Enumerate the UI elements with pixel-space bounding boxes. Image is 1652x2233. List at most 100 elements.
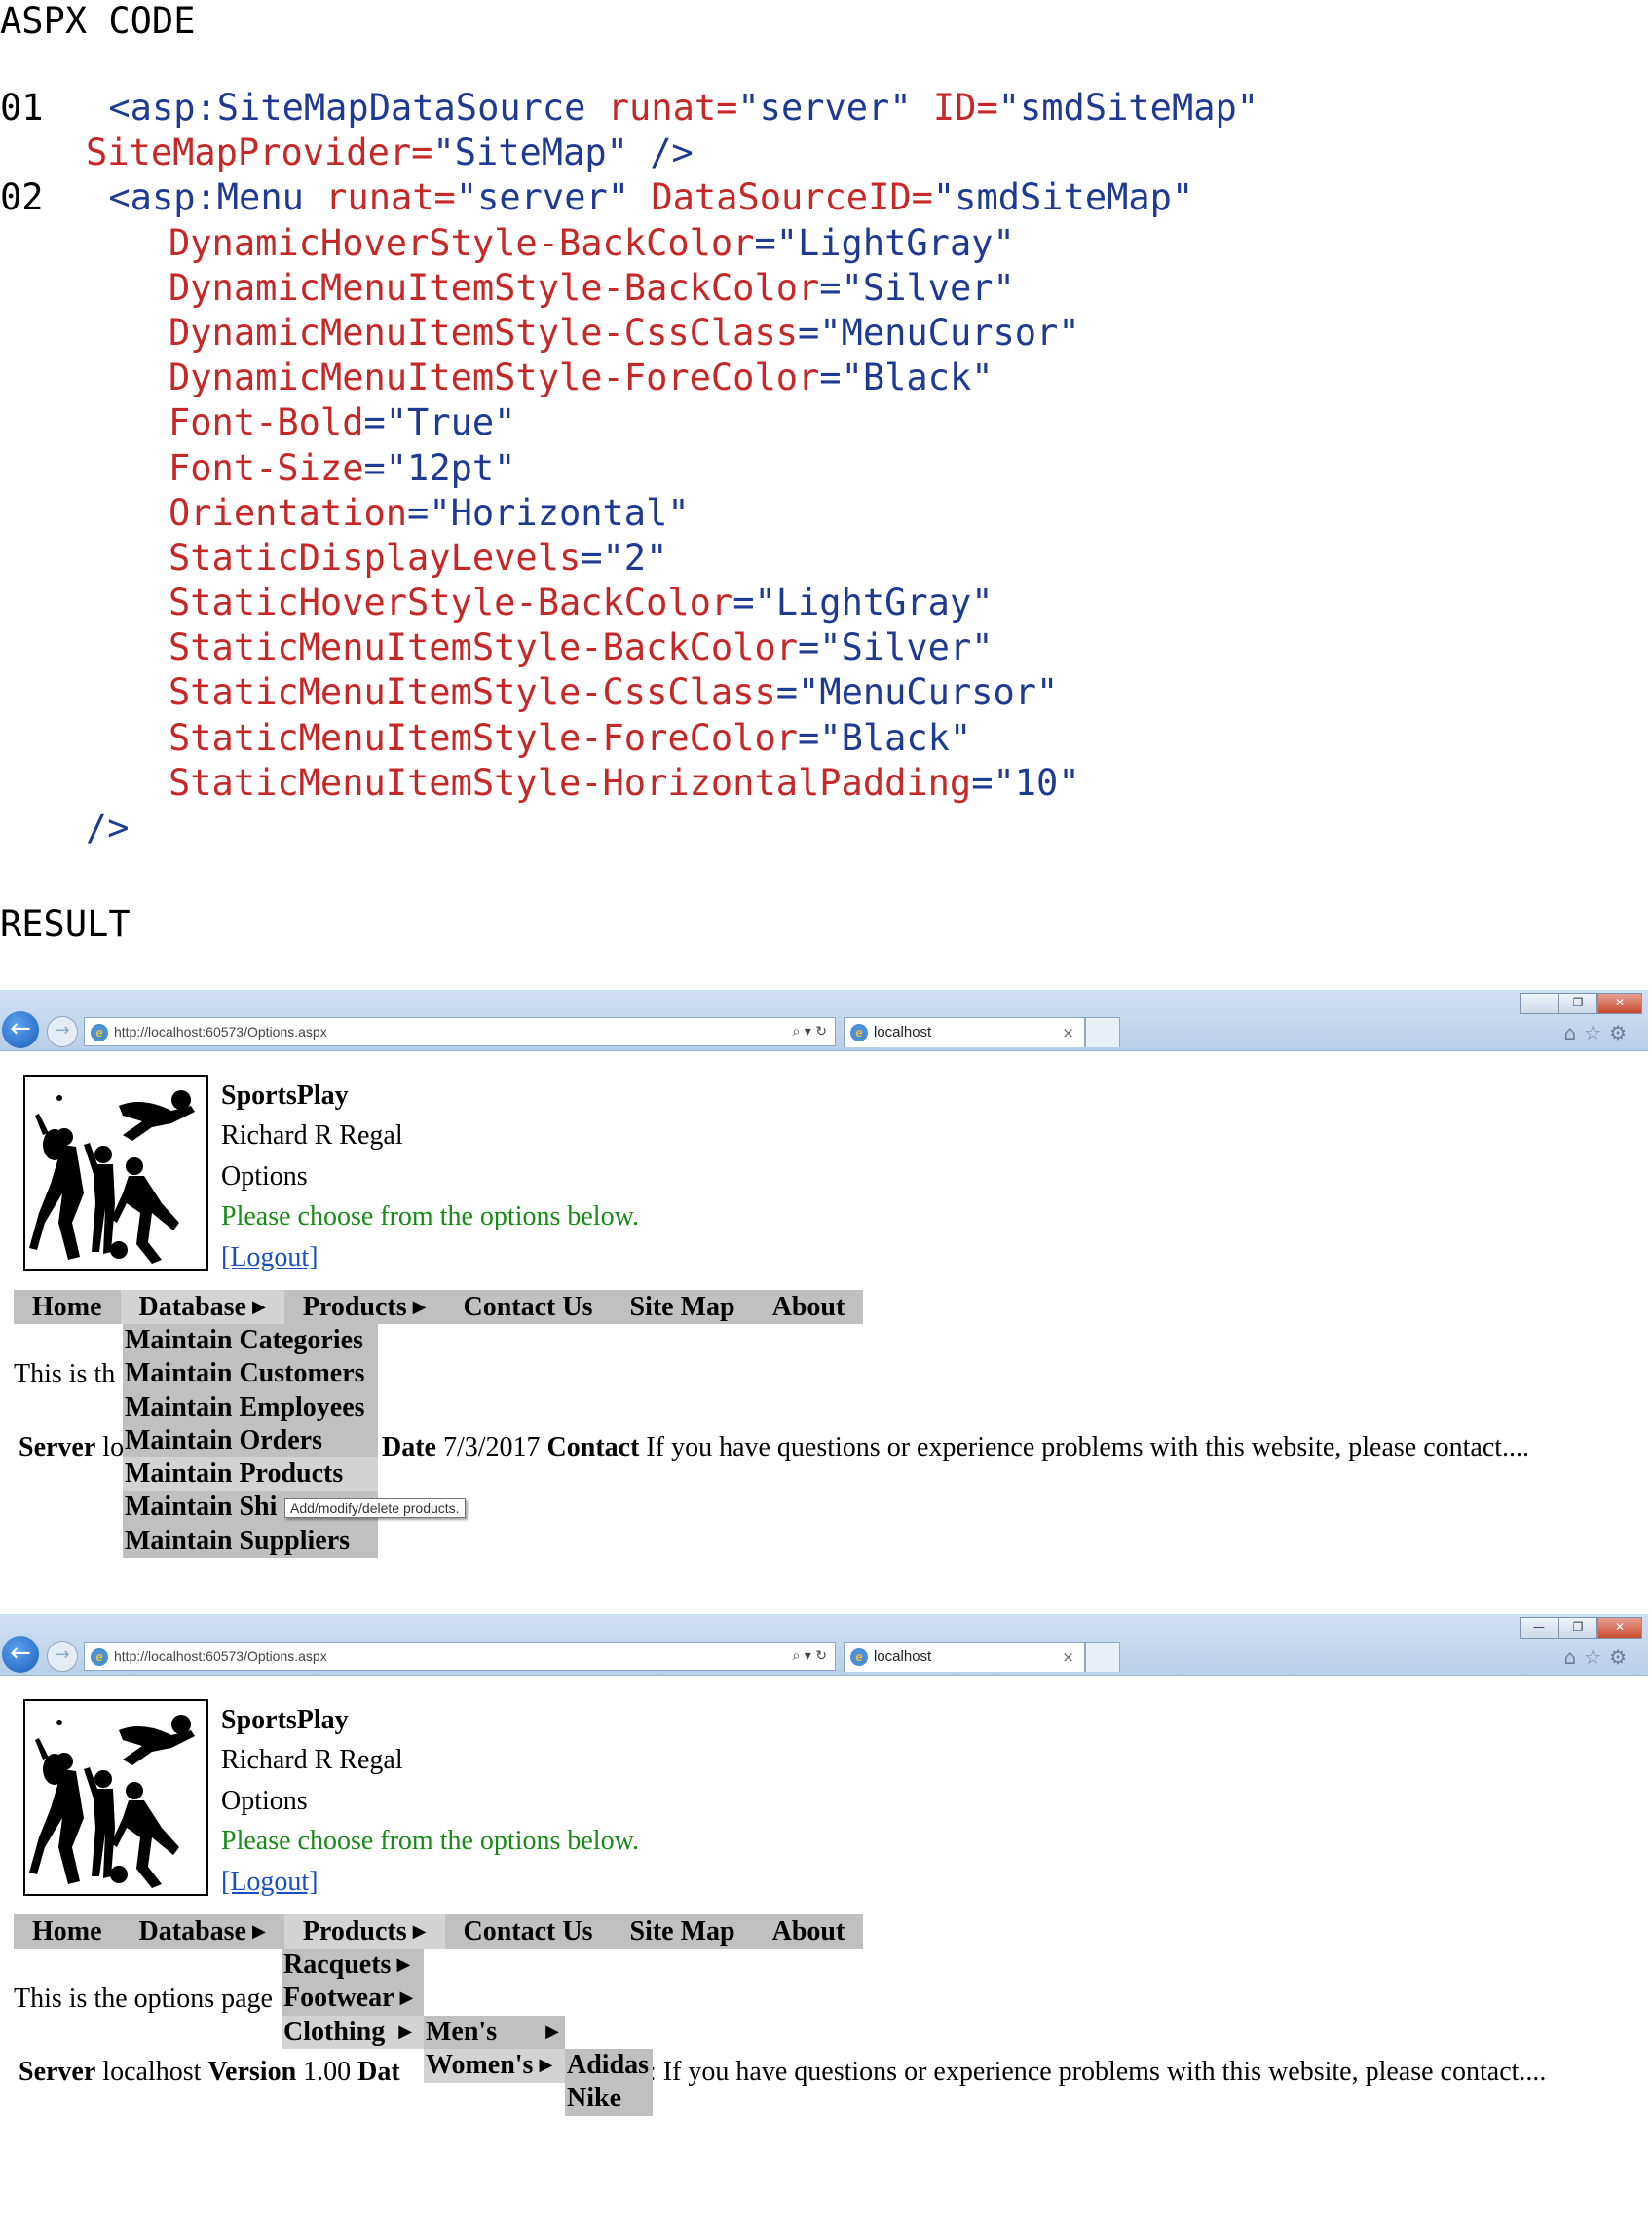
home-favorites-settings-icons[interactable]: ⌂☆⚙ (1563, 1021, 1634, 1044)
sportsplay-logo (23, 1075, 208, 1271)
menu-item-products[interactable]: Products ▶ (283, 1290, 445, 1324)
attr-name: ID= (932, 87, 998, 129)
code-attribute-line: Orientation="Horizontal" (0, 491, 1258, 536)
menu-item-home[interactable]: Home (14, 1290, 121, 1324)
submenu-item-footwear[interactable]: Footwear ▶ (282, 1982, 424, 2015)
user-name: Richard R Regal (221, 1120, 403, 1151)
submenu-item-maintain-products[interactable]: Maintain Products (123, 1457, 378, 1492)
attr-value: "True" (385, 401, 516, 444)
menu-item-about[interactable]: About (753, 1290, 864, 1324)
restore-button[interactable]: ❐ (1558, 1617, 1597, 1639)
menu-label: Products (302, 1916, 407, 1947)
forward-button[interactable]: → (47, 1641, 78, 1672)
window-controls: — ❐ ✕ (1520, 993, 1642, 1014)
address-bar[interactable]: e http://localhost:60573/Options.aspx ⌕ ▾… (84, 1642, 836, 1671)
menu-item-sitemap[interactable]: Site Map (611, 1290, 754, 1324)
page-message: Please choose from the options below. (221, 1826, 639, 1856)
url-text: http://localhost:60573/Options.aspx (114, 1648, 327, 1664)
submenu-item[interactable]: Maintain Employees (123, 1391, 378, 1424)
browser-tab[interactable]: e localhost × (844, 1642, 1085, 1672)
attr-equals: = (819, 266, 842, 309)
menu-item-products[interactable]: Products ▶ (283, 1914, 445, 1949)
ie-icon: e (91, 1648, 108, 1667)
tag-name: <asp:SiteMapDataSource (108, 87, 586, 129)
menu-item-database[interactable]: Database ▶ (120, 1290, 284, 1324)
contact-label: Contact (546, 1432, 640, 1462)
close-button[interactable]: ✕ (1597, 993, 1642, 1014)
footer-left: Server localhost Version 1.00 Dat (19, 2057, 400, 2088)
page-name: Options (221, 1786, 308, 1816)
submenu-arrow-icon: ▶ (539, 2055, 553, 2076)
browser-screenshot-database-menu: — ❐ ✕ ← → e http://localhost:60573/Option… (0, 990, 1652, 1609)
browser-chrome: — ❐ ✕ ← → e http://localhost:60573/Option… (0, 1614, 1648, 1676)
attr-equals: = (407, 491, 430, 534)
code-attribute-line: StaticHoverStyle-BackColor="LightGray" (0, 581, 1258, 625)
menu-item-contact[interactable]: Contact Us (444, 1914, 612, 1949)
site-name: SportsPlay (221, 1705, 349, 1735)
minimize-button[interactable]: — (1520, 993, 1558, 1014)
code-attribute-line: Font-Bold="True" (0, 400, 1258, 445)
version-label: Version (207, 2057, 297, 2087)
url-text: http://localhost:60573/Options.aspx (114, 1024, 327, 1040)
browser-tab[interactable]: e localhost × (844, 1017, 1085, 1047)
menu-item-contact[interactable]: Contact Us (444, 1290, 612, 1324)
submenu-item-womens[interactable]: Women's ▶ (424, 2049, 565, 2083)
attr-name: StaticMenuItemStyle-CssClass (169, 671, 776, 714)
tab-title: localhost (874, 1648, 932, 1665)
back-button[interactable]: ← (2, 1636, 39, 1673)
menu-label: Database (138, 1292, 246, 1322)
restore-button[interactable]: ❐ (1558, 993, 1597, 1014)
submenu-item[interactable]: Maintain Categories (123, 1324, 378, 1357)
search-refresh-icons[interactable]: ⌕ ▾ ↻ (793, 1018, 828, 1045)
menu-item-sitemap[interactable]: Site Map (611, 1914, 754, 1949)
submenu-item[interactable]: Maintain Orders (123, 1424, 378, 1457)
attr-name: StaticHoverStyle-BackColor (169, 582, 733, 624)
menu-item-database[interactable]: Database ▶ (120, 1914, 284, 1949)
submenu-item-clothing[interactable]: Clothing ▶ (282, 2015, 424, 2049)
attr-name: SiteMapProvider= (86, 132, 433, 174)
forward-button[interactable]: → (47, 1016, 78, 1047)
attr-value: "smdSiteMap" (932, 176, 1194, 219)
address-bar[interactable]: e http://localhost:60573/Options.aspx ⌕ ▾… (84, 1017, 836, 1046)
home-favorites-settings-icons[interactable]: ⌂☆⚙ (1563, 1646, 1634, 1669)
submenu-arrow-icon: ▶ (412, 1297, 427, 1317)
menu-item-home[interactable]: Home (14, 1914, 121, 1949)
submenu-item-racquets[interactable]: Racquets ▶ (282, 1949, 424, 1982)
server-label: Server (19, 1432, 96, 1462)
attr-value: "smdSiteMap" (997, 87, 1259, 129)
new-tab-button[interactable] (1085, 1642, 1120, 1672)
attr-value: "server" (737, 87, 912, 129)
new-tab-button[interactable] (1085, 1017, 1120, 1047)
menu-item-about[interactable]: About (753, 1914, 864, 1949)
minimize-button[interactable]: — (1520, 1617, 1558, 1639)
code-attribute-line: DynamicMenuItemStyle-ForeColor="Black" (0, 356, 1258, 400)
server-value-partial: lo (102, 1432, 125, 1462)
back-button[interactable]: ← (2, 1011, 39, 1048)
submenu-item-nike[interactable]: Nike (565, 2082, 653, 2115)
ie-icon: e (850, 1024, 868, 1042)
browser-chrome: — ❐ ✕ ← → e http://localhost:60573/Option… (0, 990, 1648, 1051)
code-line-01: 01 <asp:SiteMapDataSource runat="server"… (0, 86, 1258, 131)
attr-value: "Silver" (819, 626, 994, 669)
logout-link[interactable]: [Logout] (221, 1867, 319, 1898)
submenu-item-adidas[interactable]: Adidas (565, 2049, 653, 2082)
search-refresh-icons[interactable]: ⌕ ▾ ↻ (793, 1643, 828, 1670)
submenu-item[interactable]: Maintain Customers (123, 1357, 378, 1390)
attr-name: DynamicMenuItemStyle-CssClass (169, 311, 799, 354)
close-button[interactable]: ✕ (1597, 1617, 1642, 1639)
tab-close-icon[interactable]: × (1062, 1018, 1074, 1047)
submenu-item[interactable]: Maintain Suppliers (123, 1525, 378, 1558)
attr-value: "2" (602, 536, 668, 579)
attr-equals: = (775, 671, 799, 714)
submenu-item-mens[interactable]: Men's ▶ (424, 2016, 565, 2049)
page-name: Options (221, 1161, 308, 1192)
attr-value: "server" (455, 176, 630, 219)
logout-link[interactable]: [Logout] (221, 1242, 319, 1273)
attr-name: runat= (325, 176, 456, 219)
code-attribute-line: DynamicMenuItemStyle-BackColor="Silver" (0, 266, 1258, 311)
attr-name: StaticMenuItemStyle-BackColor (169, 626, 799, 669)
attr-value: "MenuCursor" (798, 671, 1059, 714)
attr-value: "LightGray" (775, 221, 1015, 264)
tab-close-icon[interactable]: × (1062, 1643, 1074, 1672)
menu-attribute-lines: DynamicHoverStyle-BackColor="LightGray" D… (0, 221, 1258, 806)
